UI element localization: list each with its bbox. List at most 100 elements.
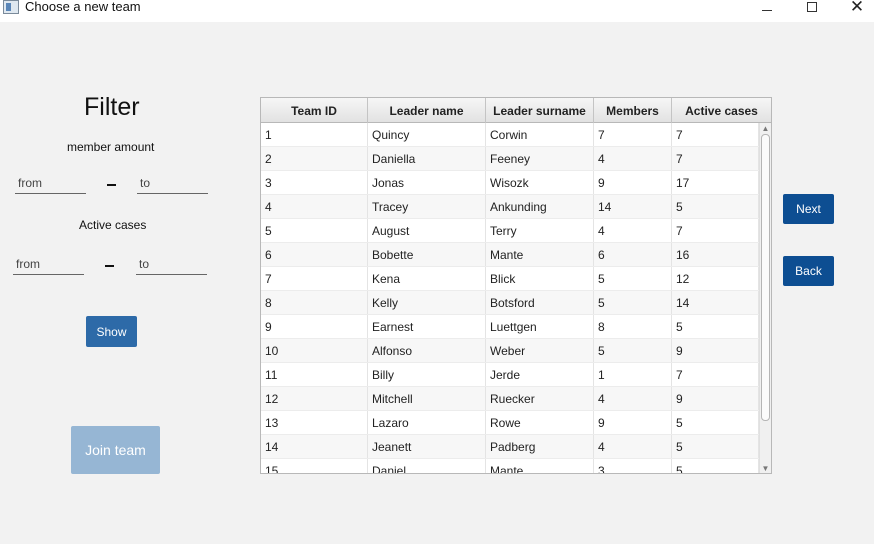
table-cell: Ankunding xyxy=(486,195,594,218)
table-cell: 5 xyxy=(594,291,672,314)
table-row[interactable]: 7 Kena Blick 5 12 xyxy=(261,267,759,291)
scroll-up-icon[interactable]: ▲ xyxy=(760,123,771,133)
table-cell: 4 xyxy=(594,147,672,170)
table-cell: 7 xyxy=(672,123,759,146)
table-row[interactable]: 11 Billy Jerde 1 7 xyxy=(261,363,759,387)
table-cell: 4 xyxy=(261,195,368,218)
table-cell: 9 xyxy=(594,411,672,434)
close-icon: ✕ xyxy=(849,0,865,17)
table-cell: August xyxy=(368,219,486,242)
members-range-dash xyxy=(107,184,116,186)
table-cell: Quincy xyxy=(368,123,486,146)
teams-table: Team ID Leader name Leader surname Membe… xyxy=(260,97,772,474)
table-header: Team ID Leader name Leader surname Membe… xyxy=(261,98,771,123)
active-cases-label: Active cases xyxy=(79,218,147,232)
table-cell: Tracey xyxy=(368,195,486,218)
close-button[interactable]: ✕ xyxy=(834,0,874,18)
table-row[interactable]: 1 Quincy Corwin 7 7 xyxy=(261,123,759,147)
table-cell: Bobette xyxy=(368,243,486,266)
table-cell: 5 xyxy=(594,267,672,290)
maximize-button[interactable] xyxy=(789,0,835,18)
table-row[interactable]: 8 Kelly Botsford 5 14 xyxy=(261,291,759,315)
table-cell: 5 xyxy=(672,459,759,473)
cases-from-input[interactable]: from xyxy=(13,253,84,275)
table-cell: Ruecker xyxy=(486,387,594,410)
table-cell: Blick xyxy=(486,267,594,290)
table-cell: 4 xyxy=(594,387,672,410)
table-cell: 8 xyxy=(594,315,672,338)
table-cell: 4 xyxy=(594,435,672,458)
table-cell: 6 xyxy=(261,243,368,266)
table-cell: 17 xyxy=(672,171,759,194)
back-button[interactable]: Back xyxy=(783,256,834,286)
table-cell: 7 xyxy=(672,147,759,170)
table-cell: Jerde xyxy=(486,363,594,386)
table-cell: 9 xyxy=(672,339,759,362)
table-cell: Botsford xyxy=(486,291,594,314)
table-cell: 13 xyxy=(261,411,368,434)
table-row[interactable]: 14 Jeanett Padberg 4 5 xyxy=(261,435,759,459)
table-cell: 1 xyxy=(261,123,368,146)
table-row[interactable]: 3 Jonas Wisozk 9 17 xyxy=(261,171,759,195)
cases-to-input[interactable]: to xyxy=(136,253,207,275)
minimize-icon xyxy=(762,9,772,11)
column-header-leader-surname[interactable]: Leader surname xyxy=(486,98,594,123)
table-cell: Jeanett xyxy=(368,435,486,458)
table-cell: Alfonso xyxy=(368,339,486,362)
vertical-scrollbar[interactable]: ▲ ▼ xyxy=(759,123,771,473)
app-icon xyxy=(3,0,19,14)
table-cell: 5 xyxy=(672,195,759,218)
scroll-down-icon[interactable]: ▼ xyxy=(760,463,771,473)
minimize-button[interactable] xyxy=(744,0,790,18)
scrollbar-thumb[interactable] xyxy=(761,134,770,421)
table-cell: Corwin xyxy=(486,123,594,146)
table-cell: 3 xyxy=(594,459,672,473)
members-from-input[interactable]: from xyxy=(15,172,86,194)
column-header-team-id[interactable]: Team ID xyxy=(261,98,368,123)
table-cell: 3 xyxy=(261,171,368,194)
table-cell: 16 xyxy=(672,243,759,266)
column-header-active-cases[interactable]: Active cases xyxy=(672,98,771,123)
table-cell: 5 xyxy=(594,339,672,362)
column-header-members[interactable]: Members xyxy=(594,98,672,123)
table-cell: 15 xyxy=(261,459,368,473)
table-row[interactable]: 12 Mitchell Ruecker 4 9 xyxy=(261,387,759,411)
table-cell: Rowe xyxy=(486,411,594,434)
table-cell: 1 xyxy=(594,363,672,386)
table-row[interactable]: 9 Earnest Luettgen 8 5 xyxy=(261,315,759,339)
cases-range-dash xyxy=(105,265,114,267)
title-bar: Choose a new team ✕ xyxy=(0,0,874,22)
table-cell: Weber xyxy=(486,339,594,362)
table-cell: Jonas xyxy=(368,171,486,194)
table-cell: Billy xyxy=(368,363,486,386)
table-row[interactable]: 10 Alfonso Weber 5 9 xyxy=(261,339,759,363)
table-cell: 14 xyxy=(594,195,672,218)
table-row[interactable]: 5 August Terry 4 7 xyxy=(261,219,759,243)
filter-title: Filter xyxy=(84,93,140,121)
table-cell: 9 xyxy=(261,315,368,338)
table-row[interactable]: 6 Bobette Mante 6 16 xyxy=(261,243,759,267)
table-row[interactable]: 15 Daniel Mante 3 5 xyxy=(261,459,759,473)
table-cell: 7 xyxy=(261,267,368,290)
table-cell: 5 xyxy=(672,435,759,458)
table-cell: 4 xyxy=(594,219,672,242)
table-cell: Earnest xyxy=(368,315,486,338)
join-team-button[interactable]: Join team xyxy=(71,426,160,474)
table-cell: 14 xyxy=(261,435,368,458)
table-row[interactable]: 2 Daniella Feeney 4 7 xyxy=(261,147,759,171)
column-header-leader-name[interactable]: Leader name xyxy=(368,98,486,123)
table-cell: 5 xyxy=(672,315,759,338)
next-button[interactable]: Next xyxy=(783,194,834,224)
table-cell: Kena xyxy=(368,267,486,290)
table-cell: Lazaro xyxy=(368,411,486,434)
table-cell: Kelly xyxy=(368,291,486,314)
table-cell: Daniel xyxy=(368,459,486,473)
table-cell: 14 xyxy=(672,291,759,314)
table-row[interactable]: 4 Tracey Ankunding 14 5 xyxy=(261,195,759,219)
window-title: Choose a new team xyxy=(25,0,141,14)
members-to-input[interactable]: to xyxy=(137,172,208,194)
table-cell: 5 xyxy=(261,219,368,242)
table-row[interactable]: 13 Lazaro Rowe 9 5 xyxy=(261,411,759,435)
table-cell: 9 xyxy=(594,171,672,194)
show-button[interactable]: Show xyxy=(86,316,137,347)
